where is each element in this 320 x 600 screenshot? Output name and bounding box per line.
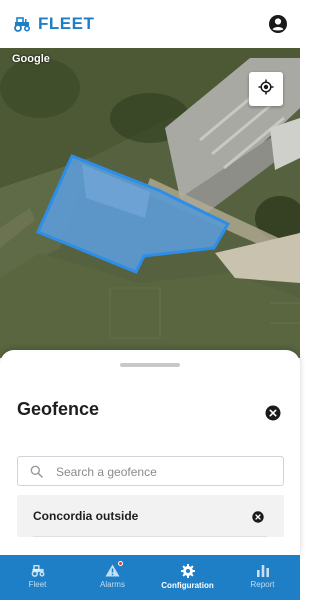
search-input[interactable] <box>56 462 276 481</box>
tractor-icon <box>12 16 32 32</box>
app-header: FLEET <box>0 0 300 48</box>
geofence-search[interactable] <box>17 456 284 486</box>
search-icon <box>30 465 43 478</box>
nav-item-alarms[interactable]: Alarms <box>75 555 150 600</box>
nav-label-fleet: Fleet <box>28 580 47 589</box>
drag-handle[interactable] <box>120 363 180 367</box>
nav-item-configuration[interactable]: Configuration <box>150 555 225 600</box>
alarm-badge <box>118 561 123 566</box>
nav-item-fleet[interactable]: Fleet <box>0 555 75 600</box>
account-circle-icon[interactable] <box>268 14 288 34</box>
sheet-title: Geofence <box>17 399 100 419</box>
bottom-navigation: Fleet Alarms Configuration Report <box>0 555 300 600</box>
close-circle-icon[interactable] <box>265 405 281 421</box>
brand: FLEET <box>12 14 94 34</box>
locate-button[interactable] <box>249 72 283 106</box>
list-divider <box>33 536 267 537</box>
nav-label-report: Report <box>250 580 275 589</box>
close-circle-icon[interactable] <box>252 510 264 523</box>
geofence-sheet: Geofence Concordia outside <box>0 350 300 555</box>
map-provider-label: Google <box>12 53 50 65</box>
geofence-list-item[interactable]: Concordia outside <box>17 495 284 537</box>
gear-icon <box>180 564 195 578</box>
warning-icon <box>105 564 120 577</box>
nav-label-configuration: Configuration <box>161 581 214 590</box>
nav-label-alarms: Alarms <box>100 580 125 589</box>
bar-chart-icon <box>256 564 270 577</box>
brand-name: FLEET <box>38 14 95 33</box>
my-location-icon <box>258 79 274 100</box>
nav-item-report[interactable]: Report <box>225 555 300 600</box>
geofence-name: Concordia outside <box>33 509 139 523</box>
tractor-icon <box>30 564 46 577</box>
satellite-map[interactable]: Google <box>0 48 300 358</box>
